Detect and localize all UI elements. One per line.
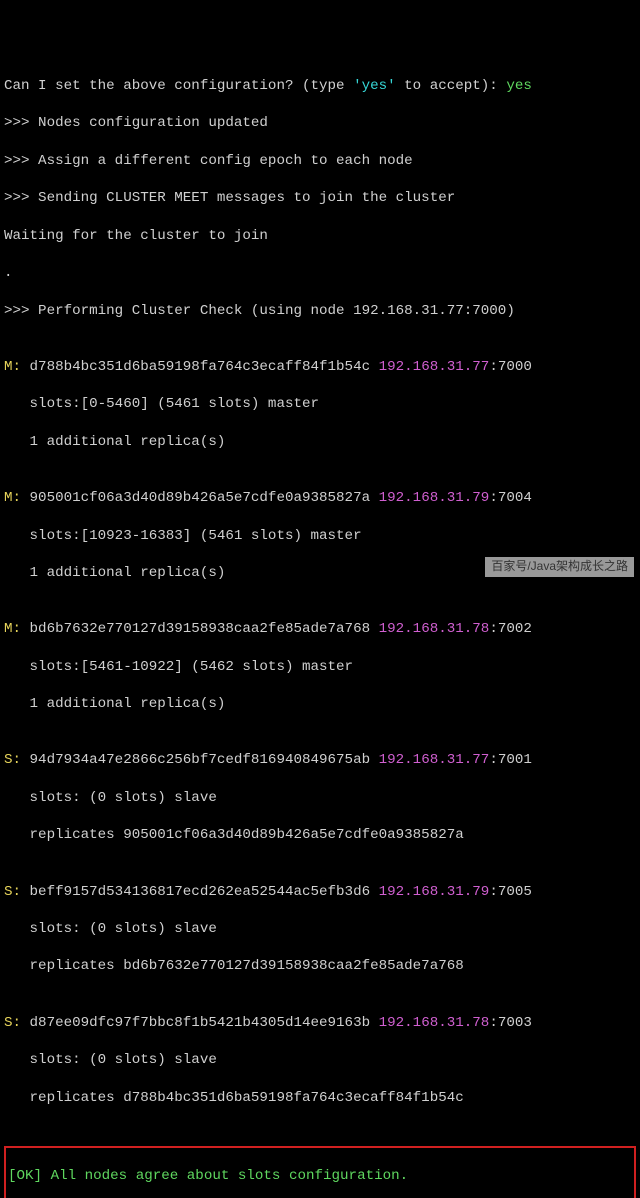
node-hash: d788b4bc351d6ba59198fa764c3ecaff84f1b54c xyxy=(21,359,379,375)
node-s3-header: S: d87ee09dfc97f7bbc8f1b5421b4305d14ee91… xyxy=(4,1014,636,1033)
node-m3-repl: 1 additional replica(s) xyxy=(4,695,636,714)
node-s1-repl: replicates 905001cf06a3d40d89b426a5e7cdf… xyxy=(4,826,636,845)
role-label: S: xyxy=(4,1015,21,1031)
config-prompt-line: Can I set the above configuration? (type… xyxy=(4,77,636,96)
setup-line-5: . xyxy=(4,264,636,283)
yes-literal: 'yes' xyxy=(353,78,396,94)
node-hash: beff9157d534136817ecd262ea52544ac5efb3d6 xyxy=(21,884,379,900)
watermark-text: 百家号/Java架构成长之路 xyxy=(485,557,634,577)
node-port: :7005 xyxy=(489,884,532,900)
node-ip: 192.168.31.78 xyxy=(379,621,490,637)
role-label: M: xyxy=(4,621,21,637)
node-port: :7000 xyxy=(489,359,532,375)
node-s2-slots: slots: (0 slots) slave xyxy=(4,920,636,939)
ok-line-1: [OK] All nodes agree about slots configu… xyxy=(8,1167,632,1186)
node-m3-header: M: bd6b7632e770127d39158938caa2fe85ade7a… xyxy=(4,620,636,639)
node-s3-repl: replicates d788b4bc351d6ba59198fa764c3ec… xyxy=(4,1089,636,1108)
role-label: M: xyxy=(4,359,21,375)
node-hash: d87ee09dfc97f7bbc8f1b5421b4305d14ee9163b xyxy=(21,1015,379,1031)
setup-line-2: >>> Assign a different config epoch to e… xyxy=(4,152,636,171)
node-ip: 192.168.31.78 xyxy=(379,1015,490,1031)
node-ip: 192.168.31.79 xyxy=(379,884,490,900)
node-m1-header: M: d788b4bc351d6ba59198fa764c3ecaff84f1b… xyxy=(4,358,636,377)
node-s3-slots: slots: (0 slots) slave xyxy=(4,1051,636,1070)
node-m1-repl: 1 additional replica(s) xyxy=(4,433,636,452)
node-port: :7001 xyxy=(489,752,532,768)
setup-line-1: >>> Nodes configuration updated xyxy=(4,114,636,133)
node-s1-header: S: 94d7934a47e2866c256bf7cedf81694084967… xyxy=(4,751,636,770)
setup-line-4: Waiting for the cluster to join xyxy=(4,227,636,246)
node-port: :7004 xyxy=(489,490,532,506)
setup-line-3: >>> Sending CLUSTER MEET messages to joi… xyxy=(4,189,636,208)
node-hash: 905001cf06a3d40d89b426a5e7cdfe0a9385827a xyxy=(21,490,379,506)
node-hash: bd6b7632e770127d39158938caa2fe85ade7a768 xyxy=(21,621,379,637)
ok-tag: [OK] xyxy=(8,1168,42,1184)
node-s1-slots: slots: (0 slots) slave xyxy=(4,789,636,808)
node-port: :7002 xyxy=(489,621,532,637)
node-m3-slots: slots:[5461-10922] (5462 slots) master xyxy=(4,658,636,677)
node-ip: 192.168.31.77 xyxy=(379,752,490,768)
cluster-check-header: >>> Performing Cluster Check (using node… xyxy=(4,302,636,321)
node-hash: 94d7934a47e2866c256bf7cedf816940849675ab xyxy=(21,752,379,768)
node-ip: 192.168.31.77 xyxy=(379,359,490,375)
node-m2-header: M: 905001cf06a3d40d89b426a5e7cdfe0a93858… xyxy=(4,489,636,508)
role-label: S: xyxy=(4,752,21,768)
role-label: M: xyxy=(4,490,21,506)
ok-highlight-box: [OK] All nodes agree about slots configu… xyxy=(4,1146,636,1198)
node-ip: 192.168.31.79 xyxy=(379,490,490,506)
prompt-question: Can I set the above configuration? (type xyxy=(4,78,353,94)
ok-msg: All nodes agree about slots configuratio… xyxy=(42,1168,408,1184)
node-s2-repl: replicates bd6b7632e770127d39158938caa2f… xyxy=(4,957,636,976)
role-label: S: xyxy=(4,884,21,900)
prompt-answer[interactable]: yes xyxy=(506,78,532,94)
node-port: :7003 xyxy=(489,1015,532,1031)
node-s2-header: S: beff9157d534136817ecd262ea52544ac5efb… xyxy=(4,883,636,902)
to-accept: to accept): xyxy=(396,78,507,94)
node-m2-slots: slots:[10923-16383] (5461 slots) master xyxy=(4,527,636,546)
node-m1-slots: slots:[0-5460] (5461 slots) master xyxy=(4,395,636,414)
